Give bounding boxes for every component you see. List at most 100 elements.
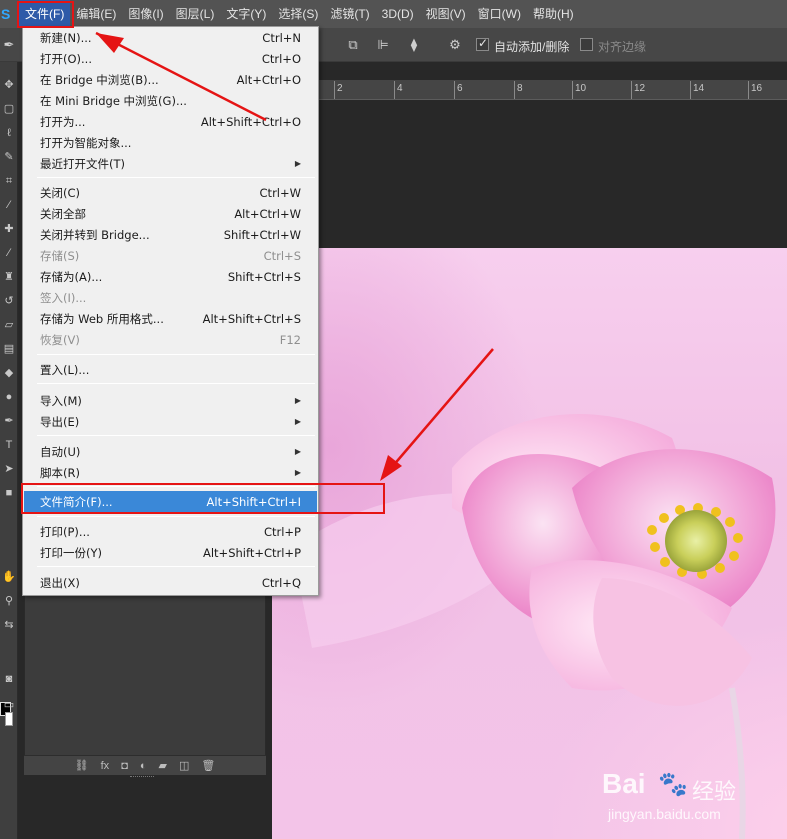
menu-item-open[interactable]: 打开(O)... Ctrl+O	[24, 48, 317, 69]
layer-style-icon[interactable]: fx	[101, 760, 110, 772]
menu-item-print-one-copy[interactable]: 打印一份(Y) Alt+Shift+Ctrl+P	[24, 542, 317, 563]
menu-item-print[interactable]: 打印(P)... Ctrl+P	[24, 521, 317, 542]
menu-item-close-all[interactable]: 关闭全部 Alt+Ctrl+W	[24, 203, 317, 224]
menu-item-close-go-bridge[interactable]: 关闭并转到 Bridge... Shift+Ctrl+W	[24, 224, 317, 245]
menu-item-open-smart-object[interactable]: 打开为智能对象...	[24, 132, 317, 153]
menu-view[interactable]: 视图(V)	[420, 0, 472, 28]
menu-item-label: 脚本(R)	[40, 465, 80, 480]
ruler-label: 12	[634, 83, 646, 94]
document-canvas[interactable]: Bai 🐾 经验 jingyan.baidu.com	[272, 248, 787, 839]
layers-panel	[24, 580, 266, 774]
menu-item-label: 导入(M)	[40, 393, 82, 408]
hand-tool-icon[interactable]: ✋	[2, 570, 16, 584]
tools-panel: ✥ ▢ ℓ ✎ ⌗ ⁄ ✚ ∕ ♜ ↺ ▱ ▤ ◆ ● ✒ T ➤ ■ ✋ ⚲ …	[0, 62, 18, 839]
new-layer-icon[interactable]: ◫	[179, 759, 189, 772]
history-brush-tool-icon[interactable]: ↺	[2, 294, 16, 308]
menu-item-browse-bridge[interactable]: 在 Bridge 中浏览(B)... Alt+Ctrl+O	[24, 69, 317, 90]
menu-item-shortcut: Ctrl+S	[263, 248, 301, 263]
adjustment-layer-icon[interactable]: ◐	[140, 760, 147, 772]
ruler-label: 14	[693, 83, 705, 94]
panel-resize-grip[interactable]	[130, 776, 154, 780]
gear-icon[interactable]: ⚙	[447, 37, 463, 53]
menu-select[interactable]: 选择(S)	[272, 0, 324, 28]
quick-select-tool-icon[interactable]: ✎	[2, 150, 16, 164]
menu-item-scripts[interactable]: 脚本(R) ▶	[24, 462, 317, 483]
menu-edit[interactable]: 编辑(E)	[70, 0, 122, 28]
menu-item-label: 打印一份(Y)	[40, 545, 102, 560]
auto-add-delete-label: 自动添加/删除	[494, 40, 570, 54]
path-align-icon[interactable]: ⊫	[375, 37, 391, 53]
menu-layer[interactable]: 图层(L)	[170, 0, 221, 28]
menu-item-close[interactable]: 关闭(C) Ctrl+W	[24, 182, 317, 203]
align-edges-checkbox[interactable]	[580, 38, 593, 51]
screen-mode-icon[interactable]: ▭	[2, 698, 16, 712]
delete-layer-icon[interactable]: 🗑	[201, 759, 215, 772]
menu-item-new[interactable]: 新建(N)... Ctrl+N	[24, 27, 317, 48]
menu-item-shortcut: Ctrl+Q	[261, 575, 301, 590]
menu-item-export[interactable]: 导出(E) ▶	[24, 411, 317, 432]
path-select-tool-icon[interactable]: ➤	[2, 462, 16, 476]
menu-help[interactable]: 帮助(H)	[527, 0, 580, 28]
submenu-arrow-icon: ▶	[294, 468, 301, 477]
menu-item-recent-files[interactable]: 最近打开文件(T) ▶	[24, 153, 317, 174]
add-mask-icon[interactable]: ◘	[121, 760, 128, 772]
layers-panel-footer: ⛓ fx ◘ ◐ ▰ ◫ 🗑	[24, 755, 266, 775]
menu-item-shortcut: Alt+Ctrl+W	[234, 206, 301, 221]
marquee-tool-icon[interactable]: ▢	[2, 102, 16, 116]
menu-item-browse-mini-bridge[interactable]: 在 Mini Bridge 中浏览(G)...	[24, 90, 317, 111]
menu-window[interactable]: 窗口(W)	[472, 0, 527, 28]
menu-type[interactable]: 文字(Y)	[220, 0, 272, 28]
lasso-tool-icon[interactable]: ℓ	[2, 126, 16, 140]
menu-item-label: 存储为(A)...	[40, 269, 103, 284]
stamp-tool-icon[interactable]: ♜	[2, 270, 16, 284]
dodge-tool-icon[interactable]: ●	[2, 390, 16, 404]
path-arrange-icon[interactable]: ⧫	[406, 37, 422, 53]
blur-tool-icon[interactable]: ◆	[2, 366, 16, 380]
submenu-arrow-icon: ▶	[294, 447, 301, 456]
menu-bar: S 文件(F) 编辑(E) 图像(I) 图层(L) 文字(Y) 选择(S) 滤镜…	[0, 0, 787, 28]
auto-add-delete-checkbox[interactable]	[476, 36, 489, 51]
zoom-tool-icon[interactable]: ⚲	[2, 594, 16, 608]
menu-3d[interactable]: 3D(D)	[376, 0, 420, 28]
flower-photo	[292, 414, 776, 839]
submenu-arrow-icon: ▶	[294, 396, 301, 405]
quick-mask-icon[interactable]: ◙	[2, 672, 16, 686]
background-color-swatch[interactable]	[5, 712, 13, 726]
menu-item-shortcut: Shift+Ctrl+W	[223, 227, 301, 242]
menu-separator	[37, 516, 315, 517]
pen-tool-icon-strip[interactable]: ✒	[2, 414, 16, 428]
new-group-icon[interactable]: ▰	[159, 759, 167, 772]
menu-item-import[interactable]: 导入(M) ▶	[24, 390, 317, 411]
link-layers-icon[interactable]: ⛓	[75, 759, 89, 772]
menu-item-exit[interactable]: 退出(X) Ctrl+Q	[24, 572, 317, 593]
menu-image[interactable]: 图像(I)	[122, 0, 169, 28]
menu-separator	[37, 177, 315, 178]
menu-filter[interactable]: 滤镜(T)	[324, 0, 375, 28]
menu-item-save-as[interactable]: 存储为(A)... Shift+Ctrl+S	[24, 266, 317, 287]
ruler-tick	[572, 81, 573, 99]
menu-item-save: 存储(S) Ctrl+S	[24, 245, 317, 266]
eraser-tool-icon[interactable]: ▱	[2, 318, 16, 332]
ruler-tick	[454, 81, 455, 99]
menu-item-label: 存储(S)	[40, 248, 80, 263]
shape-tool-icon[interactable]: ■	[2, 486, 16, 500]
path-combine-icon[interactable]: ⧉	[345, 37, 361, 53]
gradient-tool-icon[interactable]: ▤	[2, 342, 16, 356]
move-tool-icon[interactable]: ✥	[2, 78, 16, 92]
menu-item-shortcut: Ctrl+W	[259, 185, 301, 200]
healing-tool-icon[interactable]: ✚	[2, 222, 16, 236]
menu-item-shortcut: Alt+Shift+Ctrl+S	[202, 311, 301, 326]
watermark-url: jingyan.baidu.com	[608, 806, 721, 822]
menu-item-open-as[interactable]: 打开为... Alt+Shift+Ctrl+O	[24, 111, 317, 132]
pen-tool-icon[interactable]: ✒	[1, 37, 17, 53]
menu-item-label: 关闭并转到 Bridge...	[40, 227, 150, 242]
menu-item-automate[interactable]: 自动(U) ▶	[24, 441, 317, 462]
crop-tool-icon[interactable]: ⌗	[2, 174, 16, 188]
brush-tool-icon[interactable]: ∕	[2, 246, 16, 260]
swap-colors-icon[interactable]: ⇆	[2, 618, 16, 632]
menu-item-save-for-web[interactable]: 存储为 Web 所用格式... Alt+Shift+Ctrl+S	[24, 308, 317, 329]
eyedropper-tool-icon[interactable]: ⁄	[2, 198, 16, 212]
menu-item-label: 打开为智能对象...	[40, 135, 132, 150]
menu-item-place[interactable]: 置入(L)...	[24, 359, 317, 380]
type-tool-icon[interactable]: T	[2, 438, 16, 452]
